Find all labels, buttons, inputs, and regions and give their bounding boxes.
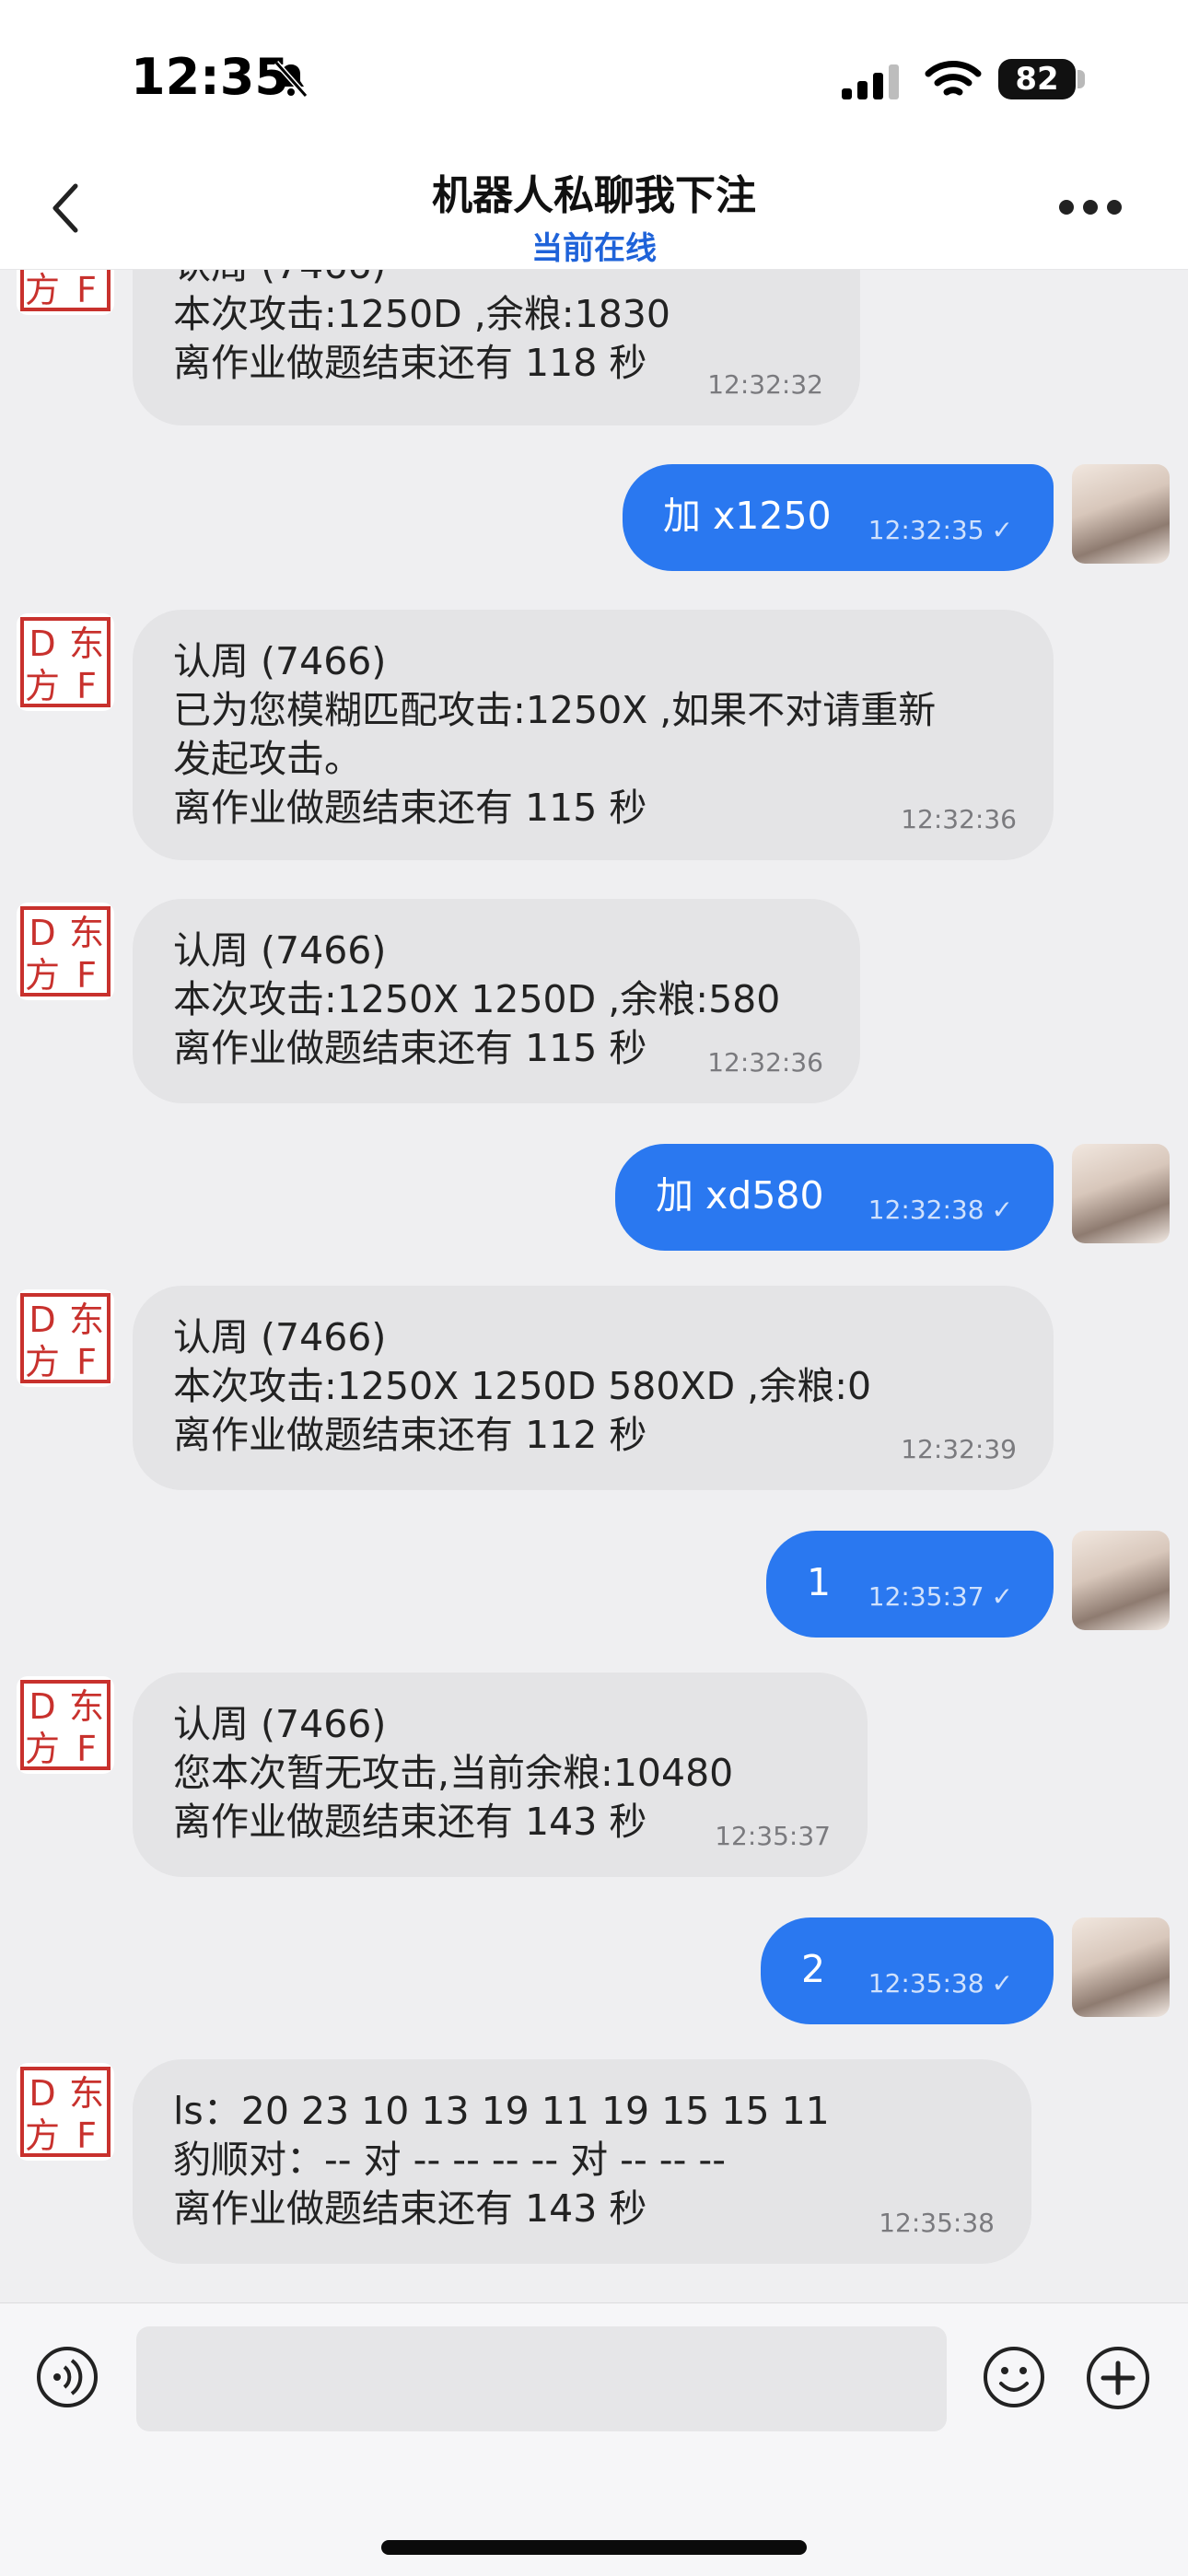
- message-timestamp: 12:35:38 ✓: [868, 1968, 1013, 1999]
- message-line: 离作业做题结束还有 143 秒: [173, 2186, 647, 2231]
- svg-text:F: F: [76, 1729, 97, 1769]
- sent-check-icon: ✓: [991, 515, 1013, 545]
- battery-level: 82: [998, 59, 1076, 99]
- message-timestamp: 12:32:36: [901, 804, 1017, 834]
- svg-text:方: 方: [25, 270, 60, 310]
- message-input[interactable]: [136, 2326, 947, 2431]
- svg-text:方: 方: [25, 955, 60, 996]
- bot-avatar[interactable]: D 东 方 F: [17, 1289, 114, 1387]
- message-bubble-outgoing[interactable]: 2 12:35:38 ✓: [761, 1917, 1054, 2024]
- user-avatar[interactable]: [1072, 464, 1170, 564]
- message-bubble-incoming[interactable]: 认周 (7466) 您本次暂无攻击,当前余粮:10480 离作业做题结束还有 1…: [133, 1673, 868, 1877]
- seal-logo-icon: D 东 方 F: [20, 906, 111, 997]
- svg-text:F: F: [76, 955, 97, 996]
- svg-text:方: 方: [25, 1729, 60, 1769]
- message-line: 本次攻击:1250X 1250D 580XD ,余粮:0: [173, 1364, 872, 1408]
- seal-logo-icon: D 东 方 F: [20, 617, 111, 707]
- message-line: 本次攻击:1250X 1250D ,余粮:580: [173, 977, 781, 1021]
- voice-input-icon[interactable]: [35, 2345, 99, 2409]
- message-timestamp: 12:32:35 ✓: [868, 515, 1013, 545]
- message-line: 豹顺对：-- 对 -- -- -- -- 对 -- -- --: [173, 2138, 727, 2182]
- svg-text:东: 东: [69, 624, 104, 664]
- home-indicator: [381, 2540, 807, 2555]
- sent-check-icon: ✓: [991, 1968, 1013, 1999]
- message-line: 认周 (7466): [173, 1702, 387, 1746]
- svg-text:F: F: [76, 270, 97, 310]
- online-status: 当前在线: [531, 230, 657, 267]
- message-line: 发起攻击。: [173, 737, 362, 781]
- wifi-icon: [925, 61, 982, 96]
- message-timestamp: 12:32:38 ✓: [868, 1195, 1013, 1225]
- message-line: 已为您模糊匹配攻击:1250X ,如果不对请重新: [173, 688, 937, 732]
- seal-logo-icon: D 东 方 F: [20, 1293, 111, 1383]
- bot-avatar[interactable]: D 东 方 F: [17, 2063, 114, 2161]
- battery-tip: [1077, 70, 1085, 88]
- add-attachment-icon[interactable]: [1085, 2345, 1151, 2411]
- user-avatar[interactable]: [1072, 1144, 1170, 1243]
- message-line: 认周 (7466): [173, 928, 387, 973]
- sent-check-icon: ✓: [991, 1195, 1013, 1225]
- message-bubble-outgoing[interactable]: 1 12:35:37 ✓: [766, 1531, 1054, 1638]
- message-line: 认周 (7466): [173, 639, 387, 683]
- message-timestamp: 12:35:37 ✓: [868, 1581, 1013, 1612]
- svg-text:F: F: [76, 666, 97, 706]
- seal-logo-icon: D 东 方 F: [20, 2067, 111, 2157]
- cellular-signal-icon: [842, 64, 899, 99]
- message-timestamp: 12:32:39: [901, 1434, 1017, 1464]
- svg-text:F: F: [76, 1342, 97, 1382]
- message-line: ls：20 23 10 13 19 11 19 15 15 11: [173, 2089, 830, 2133]
- message-line: 认周 (7466): [173, 1315, 387, 1359]
- message-bubble-incoming[interactable]: 认周 (7466) 本次攻击:1250X 1250D ,余粮:580 离作业做题…: [133, 899, 860, 1103]
- svg-text:D: D: [29, 913, 55, 953]
- svg-text:方: 方: [25, 2116, 60, 2156]
- bot-avatar[interactable]: D 东 方 F: [17, 1676, 114, 1774]
- bot-avatar[interactable]: D 东 方 F: [17, 613, 114, 711]
- message-line: 离作业做题结束还有 112 秒: [173, 1413, 647, 1457]
- bot-avatar[interactable]: D 东 方 F: [17, 903, 114, 1000]
- user-avatar[interactable]: [1072, 1917, 1170, 2017]
- seal-logo-icon: D 东 方 F: [20, 1680, 111, 1770]
- svg-text:D: D: [29, 1300, 55, 1340]
- user-avatar[interactable]: [1072, 1531, 1170, 1630]
- svg-text:东: 东: [69, 1686, 104, 1727]
- message-timestamp: 12:32:36: [707, 1047, 823, 1078]
- sent-check-icon: ✓: [991, 1581, 1013, 1612]
- svg-text:东: 东: [69, 913, 104, 953]
- emoji-icon[interactable]: [982, 2345, 1046, 2409]
- chat-title: 机器人私聊我下注: [432, 172, 756, 219]
- message-bubble-outgoing[interactable]: 加 x1250 12:32:35 ✓: [623, 464, 1054, 571]
- status-time: 12:35: [131, 48, 289, 106]
- svg-text:F: F: [76, 2116, 97, 2156]
- message-timestamp: 12:32:32: [707, 369, 823, 400]
- message-line: 离作业做题结束还有 115 秒: [173, 786, 647, 830]
- message-bubble-outgoing[interactable]: 加 xd580 12:32:38 ✓: [615, 1144, 1054, 1251]
- svg-text:东: 东: [69, 1300, 104, 1340]
- message-timestamp: 12:35:38: [879, 2208, 995, 2238]
- svg-text:D: D: [29, 2073, 55, 2114]
- bell-muted-icon: [274, 61, 309, 98]
- message-line: 本次攻击:1250D ,余粮:1830: [173, 292, 670, 336]
- svg-text:D: D: [29, 1686, 55, 1727]
- svg-text:方: 方: [25, 1342, 60, 1382]
- svg-text:D: D: [29, 624, 55, 664]
- message-bubble-incoming[interactable]: 认周 (7466) 本次攻击:1250X 1250D 580XD ,余粮:0 离…: [133, 1286, 1054, 1490]
- svg-text:东: 东: [69, 2073, 104, 2114]
- message-timestamp: 12:35:37: [715, 1821, 831, 1851]
- svg-text:方: 方: [25, 666, 60, 706]
- message-bubble-incoming[interactable]: ls：20 23 10 13 19 11 19 15 15 11 豹顺对：-- …: [133, 2059, 1031, 2264]
- more-options-icon[interactable]: [1057, 197, 1124, 217]
- message-line: 您本次暂无攻击,当前余粮:10480: [173, 1751, 734, 1795]
- message-bubble-incoming[interactable]: 认周 (7466) 已为您模糊匹配攻击:1250X ,如果不对请重新 发起攻击。…: [133, 610, 1054, 860]
- top-bar: 12:35 82 机器人私聊我下注 当前在线: [0, 0, 1188, 270]
